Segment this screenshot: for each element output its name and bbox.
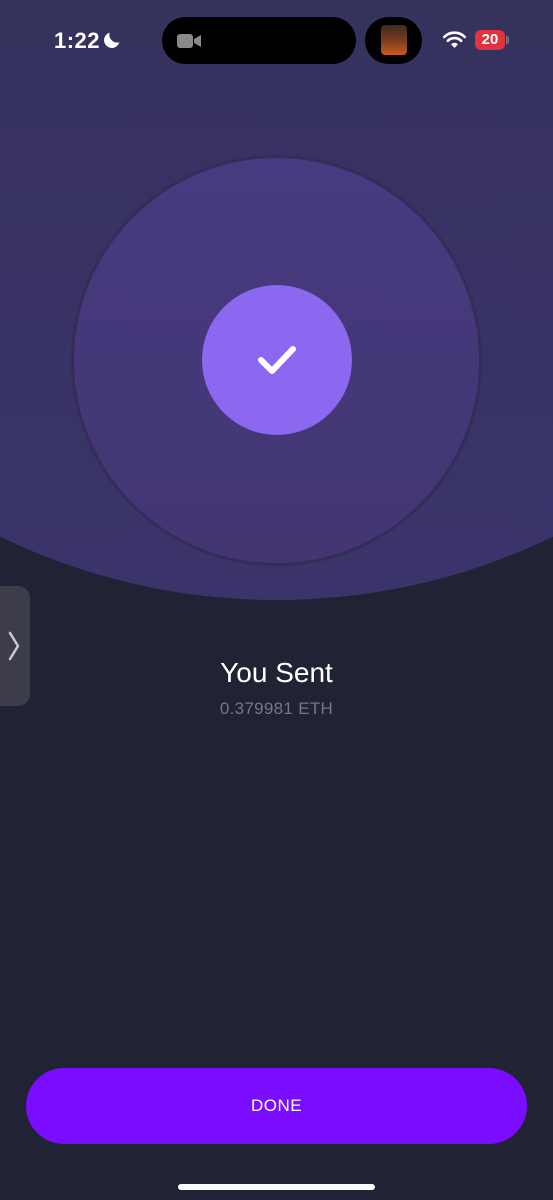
battery-icon: 20 — [475, 30, 505, 50]
wifi-icon — [442, 31, 467, 48]
success-title: You Sent — [220, 657, 333, 688]
home-indicator[interactable] — [178, 1184, 375, 1190]
transaction-success-screen: 1:22 20 You Sent 0.379981 ETH DONE — [0, 0, 553, 1200]
done-button[interactable]: DONE — [26, 1068, 527, 1144]
sent-amount: 0.379981 ETH — [219, 699, 334, 718]
now-playing-thumbnail[interactable] — [365, 17, 422, 64]
thumbnail-image — [381, 25, 407, 55]
battery-level: 20 — [481, 31, 499, 48]
check-icon — [258, 346, 296, 374]
moon-icon — [104, 32, 120, 48]
camera-icon — [177, 34, 201, 48]
battery-nub — [506, 36, 509, 44]
status-time: 1:22 — [54, 28, 101, 53]
success-badge — [202, 285, 352, 435]
status-bar: 1:22 20 — [0, 0, 553, 82]
